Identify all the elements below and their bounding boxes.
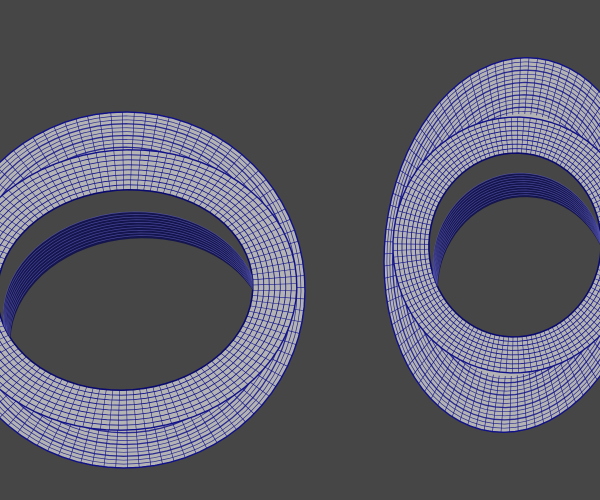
3d-viewport[interactable] (0, 0, 600, 500)
tire-left-mesh[interactable] (0, 111, 306, 469)
tire-right-mesh[interactable] (383, 57, 600, 433)
viewport-scene (0, 57, 600, 469)
